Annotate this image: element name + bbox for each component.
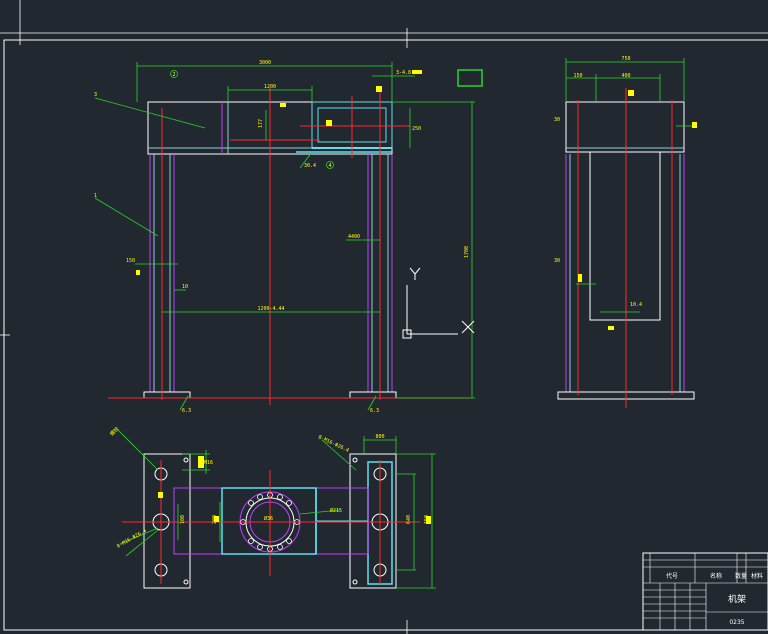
title-col-4: 材料	[751, 572, 763, 580]
dim-overall-width: 3000	[259, 60, 271, 66]
model-space-background	[0, 0, 768, 634]
dim-right-offset: 3-4.8	[396, 70, 411, 76]
weld-right: 6.3	[370, 408, 379, 414]
side-dim-left: 150	[573, 73, 582, 79]
plan-dim-b2: 640	[406, 515, 412, 524]
plan-dim-flange: Ø36	[264, 515, 273, 522]
side-dim-bottom: 10.4	[630, 302, 642, 308]
weld-mid: 30.4	[304, 163, 316, 169]
title-col-1: 代号	[666, 572, 678, 580]
title-drawing-name: 机架	[728, 593, 746, 605]
plan-dim-b3: 100	[180, 515, 186, 524]
plan-dim-width: 800	[375, 434, 384, 440]
callout-top-left: 3	[94, 92, 97, 98]
callout-circle-b-text: 4	[328, 163, 331, 169]
title-col-3: 数量	[735, 572, 747, 580]
dim-side-label: 250	[412, 126, 421, 132]
callout-circle-a-text: 2	[172, 72, 175, 78]
title-block: 代号 名称 数量 材料 机架 0235	[642, 552, 768, 631]
dim-col-width: 150	[126, 258, 135, 264]
dim-hole: 4400	[348, 234, 360, 240]
side-dim-r2: 30	[554, 258, 560, 264]
title-drawing-code: 0235	[729, 619, 744, 626]
dim-beam-span: 1200	[264, 84, 276, 90]
dim-height: 1700	[464, 246, 470, 258]
dim-left-gap: 10	[182, 284, 188, 290]
callout-mid-left: 1	[94, 193, 97, 199]
cad-drawing-canvas[interactable]: 3000 1200 1200-4.44 1700 150 4400 10 177…	[0, 0, 768, 634]
side-dim-mid: 400	[621, 73, 630, 79]
plan-dim-pitch: Ø215	[330, 507, 342, 514]
dim-beam-depth: 177	[258, 119, 264, 128]
title-col-2: 名称	[710, 572, 722, 580]
weld-left: 6.3	[182, 408, 191, 414]
side-dim-width: 750	[621, 56, 630, 62]
dim-inner-span: 1200-4.44	[257, 306, 284, 312]
side-dim-r1: 30	[554, 117, 560, 123]
